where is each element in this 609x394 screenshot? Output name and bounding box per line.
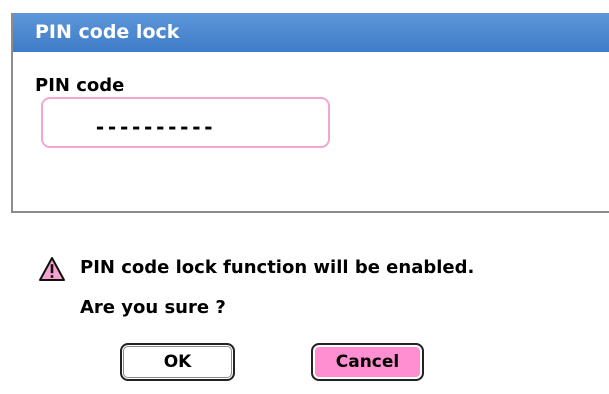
cancel-button-label: Cancel xyxy=(335,352,400,372)
warning-text: PIN code lock function will be enabled. xyxy=(80,257,475,278)
pin-code-lock-dialog: PIN code lock PIN code ---------- xyxy=(11,13,609,213)
ok-button-label: OK xyxy=(163,352,192,372)
pin-code-label: PIN code xyxy=(35,75,125,96)
dialog-title: PIN code lock xyxy=(13,13,609,52)
ok-button[interactable]: OK xyxy=(120,343,235,381)
confirm-question: Are you sure ? xyxy=(80,297,226,318)
pin-code-input[interactable]: ---------- xyxy=(41,97,330,148)
pin-code-value: ---------- xyxy=(94,115,215,139)
cancel-button[interactable]: Cancel xyxy=(311,343,424,381)
warning-icon xyxy=(39,257,65,281)
